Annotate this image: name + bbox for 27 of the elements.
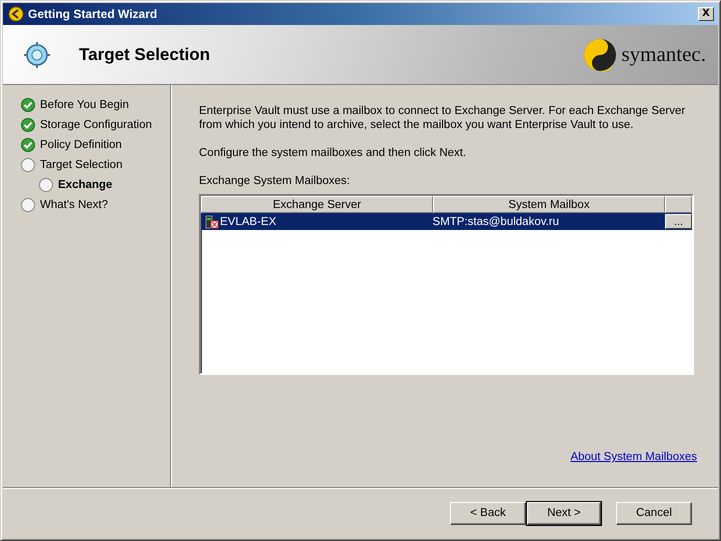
logo-icon xyxy=(583,38,618,72)
brand-name: symantec. xyxy=(621,42,706,67)
column-header[interactable]: System Mailbox xyxy=(433,196,665,213)
step-label: Exchange xyxy=(58,179,112,191)
help-link[interactable]: About System Mailboxes xyxy=(570,451,697,463)
column-header[interactable]: Exchange Server xyxy=(201,196,433,213)
server-icon xyxy=(205,214,219,228)
page-title: Target Selection xyxy=(79,44,211,64)
close-button[interactable]: X xyxy=(698,7,714,21)
table-cell: EVLAB-EX xyxy=(220,216,276,228)
step-label: What's Next? xyxy=(40,199,108,211)
window-title: Getting Started Wizard xyxy=(28,7,158,21)
browse-button[interactable]: ... xyxy=(665,214,692,229)
target-icon xyxy=(23,40,51,68)
wizard-button[interactable]: < Back xyxy=(450,502,526,524)
instruction-text: Configure the system mailboxes and then click Next. xyxy=(199,146,468,160)
step-label: Target Selection xyxy=(40,159,122,171)
wizard-button[interactable]: Next > xyxy=(527,502,601,524)
step-label: Policy Definition xyxy=(40,139,122,151)
step-label: Before You Begin xyxy=(40,99,129,111)
table-label: Exchange System Mailboxes: xyxy=(199,174,351,188)
intro-text: Enterprise Vault must use a mailbox to connect to Exchange Server. For each Exchange Server from which you intend to archive, select the mailbox you want Enterprise Vault to use. xyxy=(199,104,686,132)
wizard-button[interactable]: Cancel xyxy=(616,502,692,524)
table-cell-text: SMTP:stas@buldakov.ru xyxy=(432,216,560,228)
step-label: Storage Configuration xyxy=(40,119,152,131)
app-icon xyxy=(8,6,24,22)
table-row[interactable]: EVLAB-EX SMTP:stas@buldakov.ru ... xyxy=(201,213,692,230)
